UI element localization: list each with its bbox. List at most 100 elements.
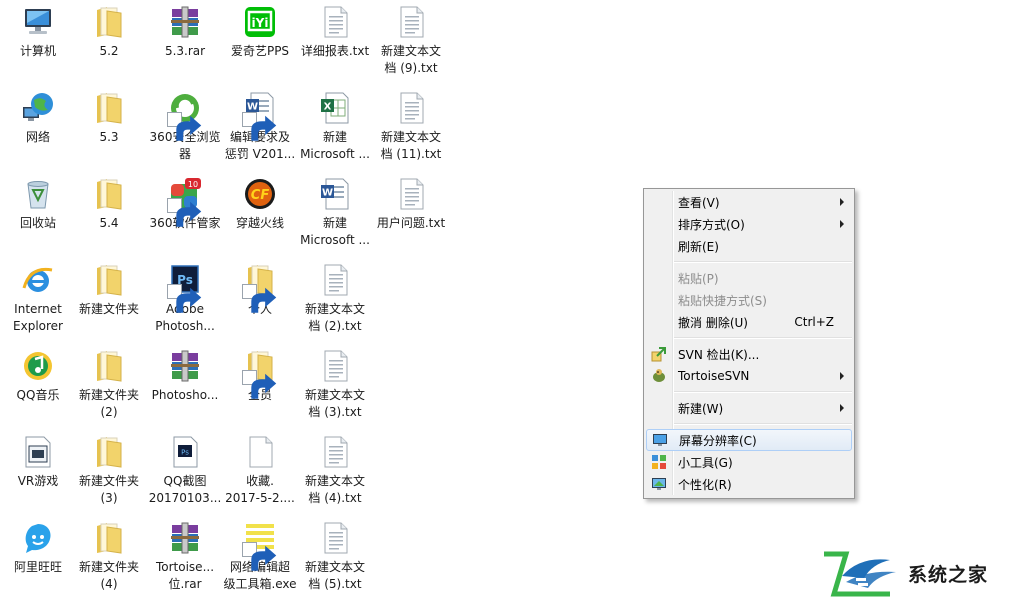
svg-text:X: X — [324, 102, 332, 113]
desktop-icon-18[interactable]: Photosho... — [147, 344, 223, 428]
folder-icon — [91, 4, 127, 40]
menu-item-gadgets[interactable]: 小工具(G) — [646, 451, 852, 473]
desktop-icon-label: Photosho... — [151, 388, 219, 402]
desktop-icon-14[interactable]: 5.3.rar — [147, 0, 223, 84]
menu-separator — [674, 337, 852, 339]
computer-icon — [20, 4, 56, 40]
desktop-icon-29[interactable]: X 新建 Microsoft ... — [297, 86, 373, 170]
svg-text:10: 10 — [188, 180, 198, 189]
menu-item-shortcut: Ctrl+Z — [794, 315, 834, 329]
desktop-icon-label: 用户问题.txt — [376, 216, 446, 230]
desktop-icon-1[interactable]: 网络 — [0, 86, 76, 170]
desktop-icon-20[interactable]: Tortoise... 位.rar — [147, 516, 223, 600]
shortcut-arrow-icon — [167, 198, 202, 227]
desktop-icon-23[interactable]: CF 穿越火线 — [222, 172, 298, 256]
desktop-icon-32[interactable]: 新建文本文 档 (3).txt — [297, 344, 373, 428]
desktop-icon-label: QQ音乐 — [16, 388, 60, 402]
desktop-icon-label: 5.4 — [99, 216, 119, 230]
blank-file-icon — [242, 434, 278, 470]
text-file-icon — [317, 434, 353, 470]
desktop-icon-27[interactable]: 网络编辑超 级工具箱.exe — [222, 516, 298, 600]
winrar-archive-icon — [167, 348, 203, 384]
desktop-icon-label: 计算机 — [19, 44, 56, 58]
menu-item-svn-checkout[interactable]: SVN 检出(K)... — [646, 343, 852, 365]
desktop[interactable]: 计算机网络回收站 Internet Explorer QQ音乐 VR游戏 阿里旺旺 5.2… — [0, 0, 1009, 602]
menu-item-label: 屏幕分辨率(C) — [679, 433, 757, 448]
desktop-icon-33[interactable]: 新建文本文 档 (4).txt — [297, 430, 373, 514]
menu-icon-slot — [646, 213, 672, 235]
desktop-icon-label: 新建文本文 档 (9).txt — [380, 44, 441, 75]
desktop-icon-label: 5.2 — [99, 44, 119, 58]
desktop-icon-15[interactable]: 360安全浏览 器 — [147, 86, 223, 170]
svg-text:iYi: iYi — [252, 16, 269, 30]
desktop-icon-24[interactable]: 个人 — [222, 258, 298, 342]
menu-item-personalize[interactable]: 个性化(R) — [646, 473, 852, 495]
shortcut-arrow-icon — [242, 284, 277, 313]
360-software-manager-icon: 10 — [167, 176, 203, 227]
desktop-icon-21[interactable]: iYi 爱奇艺PPS — [222, 0, 298, 84]
menu-item-undo-delete[interactable]: 撤消 删除(U) Ctrl+Z — [646, 311, 852, 333]
desktop-icon-9[interactable]: 5.4 — [71, 172, 147, 256]
aliwangwang-icon — [20, 520, 56, 556]
desktop-icon-label: 新建文件夹 (4) — [78, 560, 139, 591]
desktop-icon-12[interactable]: 新建文件夹 (3) — [71, 430, 147, 514]
desktop-icon-36[interactable]: 新建文本文 档 (11).txt — [373, 86, 449, 170]
text-file-icon — [317, 4, 353, 40]
desktop-icon-7[interactable]: 5.2 — [71, 0, 147, 84]
menu-icon-slot — [646, 311, 672, 333]
menu-item-label: 查看(V) — [678, 195, 720, 210]
text-file-icon — [317, 520, 353, 556]
screen-resolution-icon — [647, 429, 673, 451]
menu-item-tortoisesvn[interactable]: TortoiseSVN — [646, 365, 852, 387]
desktop-icon-34[interactable]: 新建文本文 档 (5).txt — [297, 516, 373, 600]
desktop-icon-8[interactable]: 5.3 — [71, 86, 147, 170]
desktop-icon-4[interactable]: QQ音乐 — [0, 344, 76, 428]
desktop-icon-35[interactable]: 新建文本文 档 (9).txt — [373, 0, 449, 84]
text-file-icon — [393, 90, 429, 126]
desktop-icon-28[interactable]: 详细报表.txt — [297, 0, 373, 84]
menu-item-label: 个性化(R) — [678, 477, 732, 492]
menu-item-view[interactable]: 查看(V) — [646, 191, 852, 213]
menu-item-label: 小工具(G) — [678, 455, 733, 470]
text-file-icon — [393, 176, 429, 212]
desktop-icon-label: 5.3.rar — [164, 44, 206, 58]
folder-icon — [242, 262, 278, 313]
desktop-icon-0[interactable]: 计算机 — [0, 0, 76, 84]
desktop-icon-6[interactable]: 阿里旺旺 — [0, 516, 76, 600]
desktop-icon-2[interactable]: 回收站 — [0, 172, 76, 256]
menu-item-sort-by[interactable]: 排序方式(O) — [646, 213, 852, 235]
desktop-icon-13[interactable]: 新建文件夹 (4) — [71, 516, 147, 600]
desktop-icon-31[interactable]: 新建文本文 档 (2).txt — [297, 258, 373, 342]
desktop-icon-37[interactable]: 用户问题.txt — [373, 172, 449, 256]
desktop-icon-30[interactable]: W 新建 Microsoft ... — [297, 172, 373, 256]
menu-item-label: 新建(W) — [678, 401, 724, 416]
desktop-icon-label: Internet Explorer — [13, 302, 63, 333]
desktop-icon-label: 网络 — [25, 130, 50, 144]
menu-item-label: 粘贴(P) — [678, 271, 719, 286]
desktop-icon-3[interactable]: Internet Explorer — [0, 258, 76, 342]
menu-item-screen-resolution[interactable]: 屏幕分辨率(C) — [646, 429, 852, 451]
word-document-icon: W — [317, 176, 353, 212]
desktop-icon-11[interactable]: 新建文件夹 (2) — [71, 344, 147, 428]
desktop-icon-22[interactable]: W 编辑要求及 惩罚 V201... — [222, 86, 298, 170]
menu-item-label: SVN 检出(K)... — [678, 347, 760, 362]
menu-item-label: 刷新(E) — [678, 239, 719, 254]
desktop-icon-5[interactable]: VR游戏 — [0, 430, 76, 514]
desktop-icon-16[interactable]: 10 360软件管家 — [147, 172, 223, 256]
folder-icon — [91, 176, 127, 212]
menu-item-new[interactable]: 新建(W) — [646, 397, 852, 419]
winrar-archive-icon — [167, 4, 203, 40]
svn-checkout-icon — [646, 343, 672, 365]
text-file-icon — [317, 262, 353, 298]
desktop-icon-10[interactable]: 新建文件夹 — [71, 258, 147, 342]
menu-item-label: 排序方式(O) — [678, 217, 745, 232]
menu-item-refresh[interactable]: 刷新(E) — [646, 235, 852, 257]
folder-icon — [91, 348, 127, 384]
shortcut-arrow-icon — [242, 112, 277, 141]
folder-icon — [91, 434, 127, 470]
desktop-icon-17[interactable]: Ps Adobe Photosh... — [147, 258, 223, 342]
desktop-icon-26[interactable]: 收藏. 2017-5-2.... — [222, 430, 298, 514]
desktop-icon-19[interactable]: Ps QQ截图 20170103... — [147, 430, 223, 514]
desktop-icon-label: Tortoise... 位.rar — [155, 560, 215, 591]
desktop-icon-25[interactable]: 全员 — [222, 344, 298, 428]
